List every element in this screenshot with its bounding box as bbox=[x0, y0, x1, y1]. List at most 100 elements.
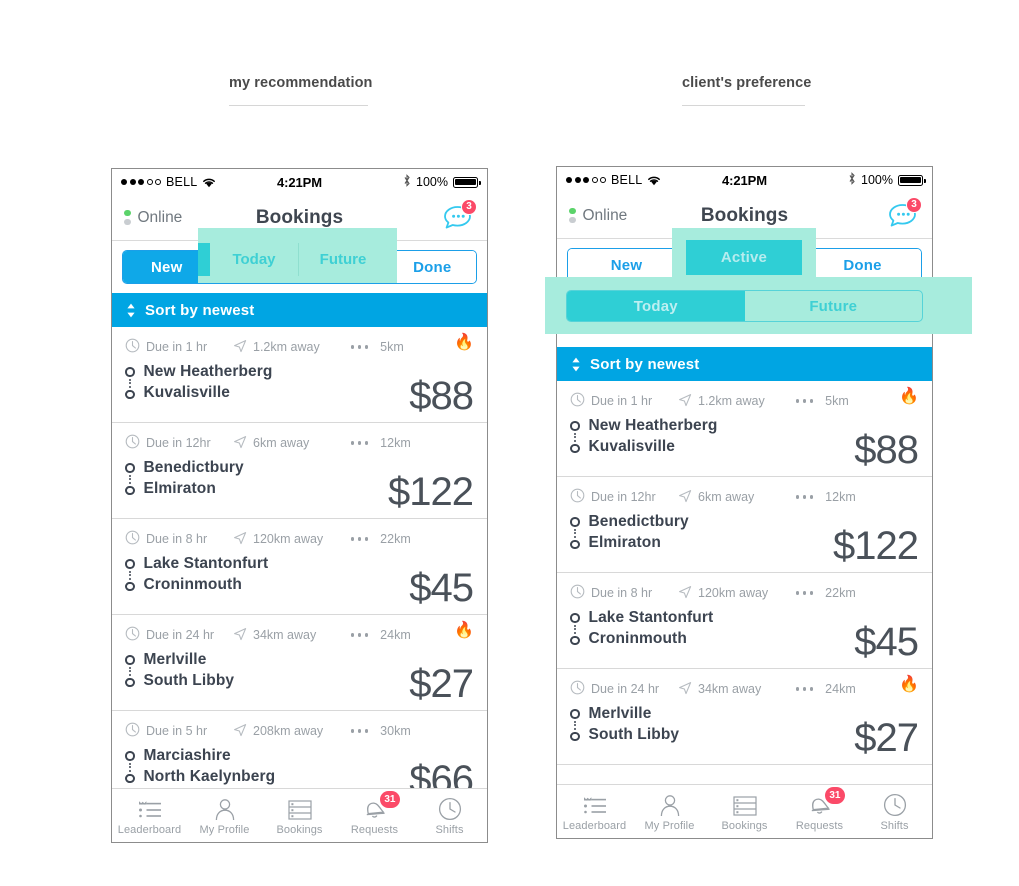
tab-bar[interactable]: Leaderboard My Profile Bookings 31 Requests S… bbox=[557, 784, 932, 838]
navigation-arrow-icon bbox=[233, 723, 247, 740]
away-label: 120km away bbox=[253, 532, 324, 546]
distance-away: 1.2km away bbox=[233, 339, 351, 356]
due-time: Due in 5 hr bbox=[125, 722, 233, 740]
navigation-arrow-icon bbox=[678, 681, 692, 698]
sort-label: Sort by newest bbox=[590, 355, 700, 373]
booking-price: $88 bbox=[409, 374, 474, 418]
route-pins-icon bbox=[125, 459, 135, 495]
route-pins-icon bbox=[570, 609, 580, 645]
booking-row[interactable]: Due in 1 hr 1.2km away 5km 🔥 New Heatherberg… bbox=[557, 381, 932, 477]
due-time: Due in 1 hr bbox=[570, 392, 678, 410]
tab-requests[interactable]: 31 Requests bbox=[782, 785, 857, 838]
hot-flame-icon: 🔥 bbox=[454, 334, 474, 351]
status-bar-left: BELL bbox=[566, 173, 661, 187]
segment-done[interactable]: Done bbox=[387, 251, 476, 283]
tab-label: Leaderboard bbox=[117, 824, 182, 836]
tab-label: Requests bbox=[795, 820, 844, 832]
chat-bubble-icon bbox=[441, 205, 473, 235]
tab-bookings[interactable]: Bookings bbox=[262, 789, 337, 842]
due-time: Due in 1 hr bbox=[125, 338, 233, 356]
tab-label: My Profile bbox=[199, 824, 250, 836]
booking-row[interactable]: Due in 12hr 6km away 12km Benedictbury Elmir… bbox=[112, 423, 487, 519]
booking-row[interactable]: Due in 5 hr 208km away 30km Marciashire Nort… bbox=[112, 711, 487, 788]
person-icon bbox=[213, 795, 237, 821]
tab-my-profile[interactable]: My Profile bbox=[632, 785, 707, 838]
pickup-location: Marciashire bbox=[143, 747, 231, 764]
tab-bar[interactable]: Leaderboard My Profile Bookings 31 Requests S… bbox=[112, 788, 487, 842]
booking-meta: Due in 8 hr 120km away 22km bbox=[570, 584, 919, 602]
booking-row[interactable]: Due in 24 hr 34km away 24km 🔥 Merlville South… bbox=[557, 669, 932, 765]
booking-row[interactable]: Due in 8 hr 120km away 22km Lake Stantonfur… bbox=[557, 573, 932, 669]
trip-distance: 5km bbox=[351, 340, 404, 354]
chat-button[interactable]: 3 bbox=[441, 198, 477, 235]
dropoff-location: Elmiraton bbox=[143, 480, 216, 497]
route-pins-icon bbox=[125, 363, 135, 399]
distance-label: 24km bbox=[380, 628, 411, 642]
tab-label: Shifts bbox=[435, 824, 464, 836]
distance-label: 24km bbox=[825, 682, 856, 696]
dropoff-location: Kuvalisville bbox=[143, 384, 230, 401]
booking-row[interactable]: Due in 24 hr 34km away 24km 🔥 Merlville South… bbox=[112, 615, 487, 711]
due-label: Due in 1 hr bbox=[146, 340, 208, 354]
away-label: 6km away bbox=[253, 436, 310, 450]
navigation-arrow-icon bbox=[678, 585, 692, 602]
signal-strength-icon bbox=[121, 179, 161, 185]
tab-leaderboard[interactable]: Leaderboard bbox=[112, 789, 187, 842]
online-status[interactable]: Online bbox=[569, 207, 627, 225]
dropoff-location: North Kaelynberg bbox=[143, 768, 276, 785]
booking-row[interactable]: Due in 12hr 6km away 12km Benedictbury Elmir… bbox=[557, 477, 932, 573]
overlay-segment-future[interactable]: Future bbox=[299, 243, 387, 276]
booking-meta: Due in 24 hr 34km away 24km bbox=[570, 680, 919, 698]
tab-shifts[interactable]: Shifts bbox=[857, 785, 932, 838]
distance-label: 12km bbox=[825, 490, 856, 504]
bookings-list-left[interactable]: Due in 1 hr 1.2km away 5km 🔥 New Heatherberg… bbox=[112, 327, 487, 788]
sub-segment-future[interactable]: Future bbox=[745, 291, 923, 321]
annotation-underline bbox=[229, 105, 368, 106]
route-dots-icon bbox=[351, 729, 369, 733]
distance-away: 34km away bbox=[678, 681, 796, 698]
overlay-segment-today[interactable]: Today bbox=[210, 243, 299, 276]
sort-bar[interactable]: Sort by newest bbox=[557, 347, 932, 381]
status-bar: BELL 4:21PM 100% bbox=[557, 167, 932, 193]
left-overlay-today-future-segments[interactable]: Today Future bbox=[210, 243, 387, 276]
chat-button[interactable]: 3 bbox=[886, 196, 922, 233]
navigation-arrow-icon bbox=[233, 435, 247, 452]
online-status[interactable]: Online bbox=[124, 209, 182, 227]
distance-label: 22km bbox=[825, 586, 856, 600]
battery-percent: 100% bbox=[861, 173, 893, 187]
highlight-overlay-right-active-chip[interactable]: Active bbox=[686, 240, 802, 275]
sort-bar[interactable]: Sort by newest bbox=[112, 293, 487, 327]
booking-row[interactable]: Due in 8 hr 120km away 22km Lake Stantonfur… bbox=[112, 519, 487, 615]
booking-meta: Due in 12hr 6km away 12km bbox=[570, 488, 919, 506]
clock-icon bbox=[570, 680, 585, 698]
bookings-list-right[interactable]: Due in 1 hr 1.2km away 5km 🔥 New Heatherberg… bbox=[557, 381, 932, 784]
sub-segment-control[interactable]: Today Future bbox=[566, 290, 923, 322]
distance-away: 6km away bbox=[678, 489, 796, 506]
tab-my-profile[interactable]: My Profile bbox=[187, 789, 262, 842]
due-time: Due in 12hr bbox=[570, 488, 678, 506]
booking-row[interactable]: Due in 1 hr 1.2km away 5km 🔥 New Heatherberg… bbox=[112, 327, 487, 423]
tab-bookings[interactable]: Bookings bbox=[707, 785, 782, 838]
clock-icon bbox=[570, 584, 585, 602]
sort-updown-icon bbox=[571, 357, 581, 372]
tab-requests[interactable]: 31 Requests bbox=[337, 789, 412, 842]
trip-distance: 24km bbox=[351, 628, 411, 642]
tab-leaderboard[interactable]: Leaderboard bbox=[557, 785, 632, 838]
dropoff-location: Kuvalisville bbox=[588, 438, 675, 455]
due-label: Due in 8 hr bbox=[591, 586, 653, 600]
comparison-canvas: my recommendation client's preference BE… bbox=[0, 0, 1019, 886]
route-pins-icon bbox=[570, 513, 580, 549]
route-pins-icon bbox=[125, 555, 135, 591]
away-label: 1.2km away bbox=[698, 394, 765, 408]
route-pins-icon bbox=[125, 651, 135, 687]
clock-icon bbox=[570, 488, 585, 506]
tab-shifts[interactable]: Shifts bbox=[412, 789, 487, 842]
tab-badge: 31 bbox=[825, 787, 845, 804]
place-names: Merlville South Libby bbox=[144, 651, 235, 690]
due-label: Due in 5 hr bbox=[146, 724, 208, 738]
chat-bubble-icon bbox=[886, 203, 918, 233]
route-dots-icon bbox=[351, 537, 369, 541]
dropoff-location: Croninmouth bbox=[143, 576, 242, 593]
booking-price: $45 bbox=[409, 566, 474, 610]
sub-segment-today[interactable]: Today bbox=[567, 291, 745, 321]
